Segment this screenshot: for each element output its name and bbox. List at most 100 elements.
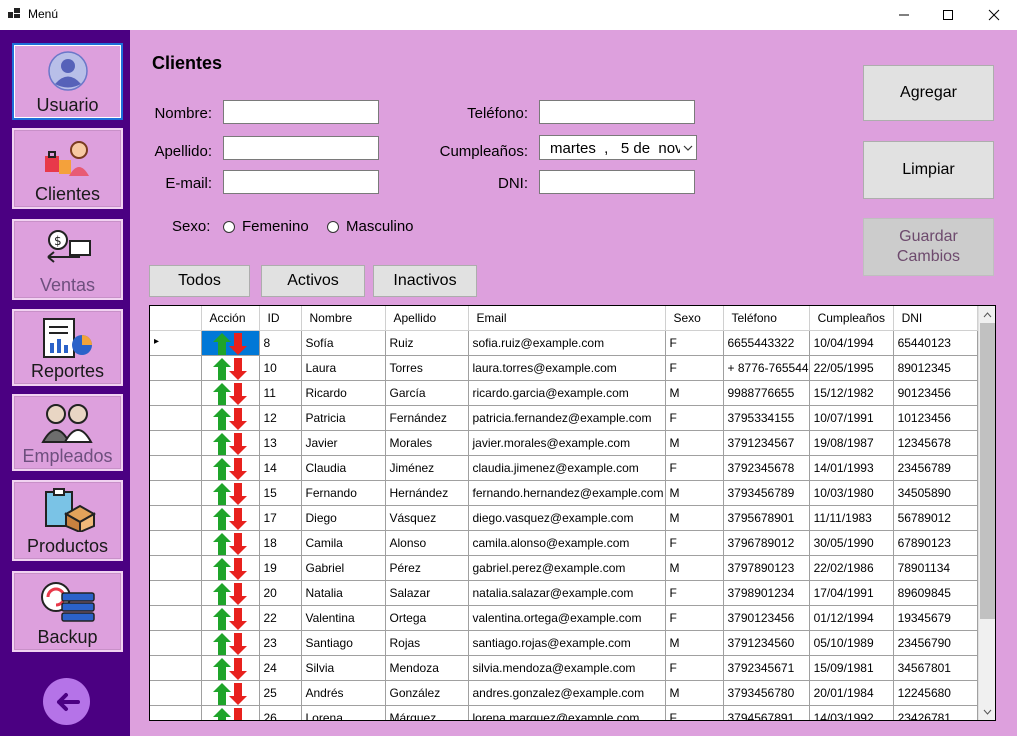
- table-cell[interactable]: Patricia: [301, 405, 386, 431]
- scroll-thumb[interactable]: [980, 323, 995, 619]
- nombre-field[interactable]: [223, 100, 379, 124]
- apellido-field[interactable]: [223, 136, 379, 160]
- table-cell[interactable]: 19345679: [893, 605, 978, 631]
- vertical-scrollbar[interactable]: [978, 306, 995, 720]
- row-header[interactable]: [150, 605, 202, 631]
- table-cell[interactable]: 3795334155: [723, 405, 810, 431]
- action-cell[interactable]: [201, 505, 260, 531]
- sidebar-item-clientes[interactable]: Clientes: [12, 128, 123, 209]
- table-cell[interactable]: 12: [259, 405, 302, 431]
- row-header[interactable]: [150, 405, 202, 431]
- table-cell[interactable]: 65440123: [893, 330, 978, 356]
- action-cell[interactable]: [201, 605, 260, 631]
- table-cell[interactable]: Diego: [301, 505, 386, 531]
- table-cell[interactable]: gabriel.perez@example.com: [468, 555, 666, 581]
- table-cell[interactable]: 20: [259, 580, 302, 606]
- table-cell[interactable]: valentina.ortega@example.com: [468, 605, 666, 631]
- table-row[interactable]: 11 Ricardo García ricardo.garcia@example.co…: [150, 380, 978, 406]
- action-cell[interactable]: [201, 455, 260, 481]
- action-cell[interactable]: [201, 630, 260, 656]
- telefono-field[interactable]: [539, 100, 695, 124]
- table-cell[interactable]: M: [665, 380, 724, 406]
- up-down-arrows-icon[interactable]: [212, 532, 248, 554]
- table-cell[interactable]: M: [665, 630, 724, 656]
- table-cell[interactable]: F: [665, 355, 724, 381]
- sidebar-item-productos[interactable]: Productos: [12, 480, 123, 561]
- table-cell[interactable]: Fernández: [385, 405, 469, 431]
- table-cell[interactable]: + 8776-765544: [723, 355, 810, 381]
- table-cell[interactable]: Laura: [301, 355, 386, 381]
- row-header[interactable]: [150, 580, 202, 606]
- table-cell[interactable]: Jiménez: [385, 455, 469, 481]
- table-cell[interactable]: Natalia: [301, 580, 386, 606]
- row-header[interactable]: [150, 430, 202, 456]
- close-button[interactable]: [971, 0, 1017, 30]
- table-row[interactable]: 20 Natalia Salazar natalia.salazar@example.…: [150, 580, 978, 606]
- table-cell[interactable]: Ruiz: [385, 330, 469, 356]
- table-row[interactable]: ▸ 8 Sofía Ruiz sofia.ruiz@example.com F 665544…: [150, 330, 978, 356]
- table-cell[interactable]: F: [665, 605, 724, 631]
- table-cell[interactable]: 19/08/1987: [809, 430, 894, 456]
- table-cell[interactable]: 10/04/1994: [809, 330, 894, 356]
- guardar-cambios-button[interactable]: Guardar Cambios: [863, 218, 994, 276]
- table-cell[interactable]: natalia.salazar@example.com: [468, 580, 666, 606]
- column-header[interactable]: Email: [468, 306, 666, 331]
- table-cell[interactable]: 23: [259, 630, 302, 656]
- action-cell[interactable]: [201, 330, 260, 356]
- table-cell[interactable]: Mendoza: [385, 655, 469, 681]
- sidebar-item-ventas[interactable]: $ Ventas: [12, 219, 123, 300]
- table-cell[interactable]: Ortega: [385, 605, 469, 631]
- up-down-arrows-icon[interactable]: [212, 382, 248, 404]
- table-cell[interactable]: 25: [259, 680, 302, 706]
- table-cell[interactable]: 3791234560: [723, 630, 810, 656]
- table-cell[interactable]: 05/10/1989: [809, 630, 894, 656]
- table-cell[interactable]: F: [665, 530, 724, 556]
- table-cell[interactable]: 23456789: [893, 455, 978, 481]
- filter-activos-button[interactable]: Activos: [261, 265, 365, 297]
- row-header[interactable]: [150, 380, 202, 406]
- action-cell[interactable]: [201, 355, 260, 381]
- scroll-down-icon[interactable]: [979, 703, 995, 720]
- table-cell[interactable]: camila.alonso@example.com: [468, 530, 666, 556]
- column-header[interactable]: Cumpleaños: [809, 306, 894, 331]
- row-header[interactable]: [150, 655, 202, 681]
- action-cell[interactable]: [201, 430, 260, 456]
- sidebar-item-usuario[interactable]: Usuario: [12, 43, 123, 120]
- table-cell[interactable]: laura.torres@example.com: [468, 355, 666, 381]
- sidebar-item-backup[interactable]: Backup: [12, 571, 123, 652]
- column-header[interactable]: Sexo: [665, 306, 724, 331]
- row-header[interactable]: [150, 505, 202, 531]
- up-down-arrows-icon[interactable]: [212, 557, 248, 579]
- table-cell[interactable]: 34567801: [893, 655, 978, 681]
- table-cell[interactable]: 14/01/1993: [809, 455, 894, 481]
- table-cell[interactable]: Pérez: [385, 555, 469, 581]
- table-cell[interactable]: javier.morales@example.com: [468, 430, 666, 456]
- up-down-arrows-icon[interactable]: [212, 332, 248, 354]
- table-cell[interactable]: 10/03/1980: [809, 480, 894, 506]
- table-cell[interactable]: Gabriel: [301, 555, 386, 581]
- row-header[interactable]: [150, 680, 202, 706]
- table-cell[interactable]: F: [665, 705, 724, 720]
- table-cell[interactable]: 8: [259, 330, 302, 356]
- table-cell[interactable]: Vásquez: [385, 505, 469, 531]
- action-cell[interactable]: [201, 405, 260, 431]
- table-cell[interactable]: M: [665, 555, 724, 581]
- table-cell[interactable]: F: [665, 455, 724, 481]
- table-row[interactable]: 24 Silvia Mendoza silvia.mendoza@example.co…: [150, 655, 978, 681]
- up-down-arrows-icon[interactable]: [212, 707, 248, 720]
- table-row[interactable]: 26 Lorena Márquez lorena.marquez@example.co…: [150, 705, 978, 720]
- table-cell[interactable]: 30/05/1990: [809, 530, 894, 556]
- row-header[interactable]: [150, 630, 202, 656]
- table-cell[interactable]: Márquez: [385, 705, 469, 720]
- table-cell[interactable]: santiago.rojas@example.com: [468, 630, 666, 656]
- limpiar-button[interactable]: Limpiar: [863, 141, 994, 199]
- table-cell[interactable]: Morales: [385, 430, 469, 456]
- action-cell[interactable]: [201, 555, 260, 581]
- action-cell[interactable]: [201, 380, 260, 406]
- table-cell[interactable]: sofia.ruiz@example.com: [468, 330, 666, 356]
- table-cell[interactable]: 78901134: [893, 555, 978, 581]
- table-cell[interactable]: M: [665, 680, 724, 706]
- table-cell[interactable]: Hernández: [385, 480, 469, 506]
- table-row[interactable]: 25 Andrés González andres.gonzalez@example.…: [150, 680, 978, 706]
- table-cell[interactable]: 10123456: [893, 405, 978, 431]
